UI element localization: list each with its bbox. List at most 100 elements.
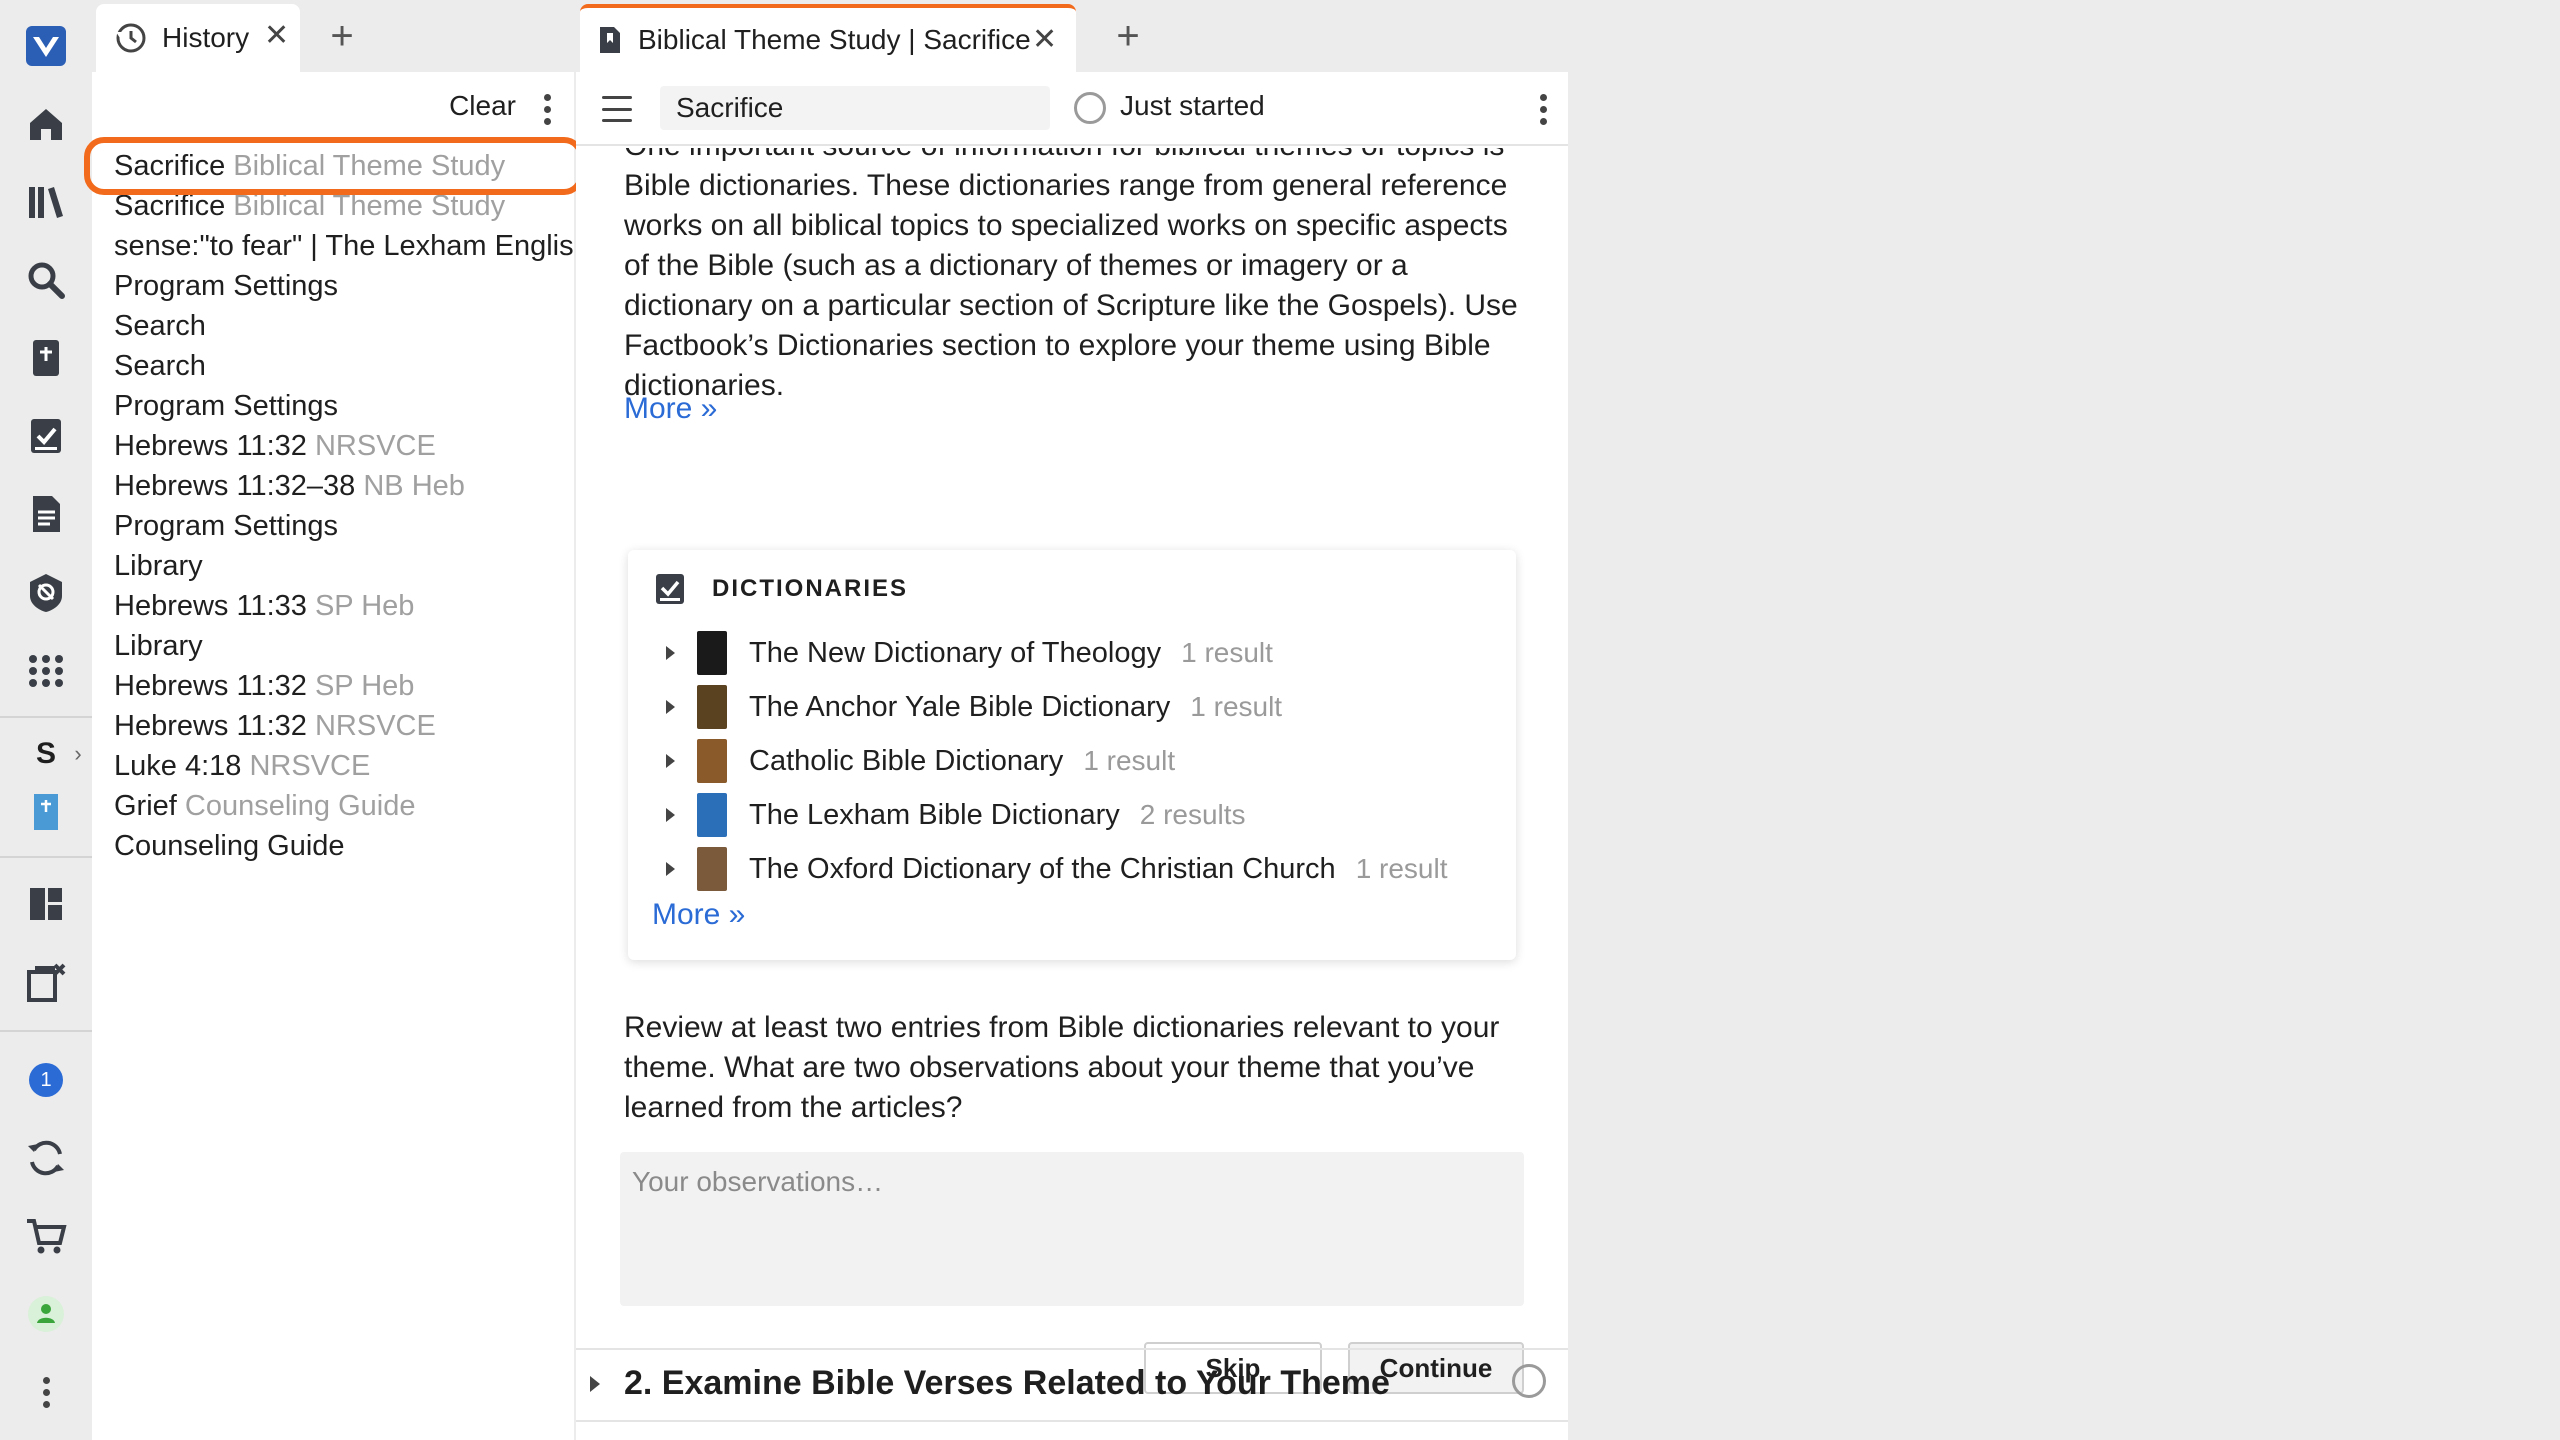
- history-item[interactable]: Hebrews 11:32–38 NB Heb: [114, 466, 574, 506]
- section-divider: [576, 1348, 1568, 1350]
- new-tab-button[interactable]: +: [320, 14, 364, 58]
- history-item-title: Search: [114, 350, 206, 382]
- study-toolbar: Sacrifice Just started: [576, 72, 1568, 146]
- history-item[interactable]: Counseling Guide: [114, 826, 574, 866]
- history-item[interactable]: Hebrews 11:32 SP Heb: [114, 666, 574, 706]
- expand-caret-icon[interactable]: [666, 862, 675, 876]
- checklist-icon[interactable]: [20, 410, 72, 462]
- dictionary-result-count: 1 result: [1355, 853, 1448, 884]
- observations-input[interactable]: Your observations…: [620, 1152, 1524, 1306]
- history-item-title: Grief: [114, 790, 177, 822]
- history-item[interactable]: Hebrews 11:32 NRSVCE: [114, 426, 574, 466]
- apps-grid-icon[interactable]: [20, 644, 72, 696]
- history-menu-icon[interactable]: [542, 94, 552, 125]
- library-icon[interactable]: [20, 176, 72, 228]
- search-icon[interactable]: [20, 254, 72, 306]
- dictionaries-heading: DICTIONARIES: [712, 575, 909, 602]
- history-item-title: Counseling Guide: [114, 830, 345, 862]
- dictionary-name[interactable]: The Anchor Yale Bible Dictionary: [749, 691, 1170, 724]
- tab-history[interactable]: History ✕: [96, 4, 300, 72]
- intro-paragraph: Bible dictionaries. These dictionaries r…: [624, 169, 1518, 402]
- intro-more-link[interactable]: More »: [624, 392, 717, 426]
- chevron-right-icon[interactable]: ›: [66, 728, 90, 780]
- history-item[interactable]: Program Settings: [114, 266, 574, 306]
- history-item[interactable]: Search: [114, 306, 574, 346]
- history-item[interactable]: Hebrews 11:32 NRSVCE: [114, 706, 574, 746]
- history-item[interactable]: Program Settings: [114, 506, 574, 546]
- history-item-title: Program Settings: [114, 390, 339, 422]
- close-tab-icon[interactable]: ✕: [264, 18, 289, 53]
- dictionary-row[interactable]: The Lexham Bible Dictionary 2 results: [666, 790, 1246, 840]
- checklist-icon: [654, 572, 686, 606]
- history-item[interactable]: sense:"to fear" | The Lexham English: [114, 226, 574, 266]
- document-icon[interactable]: [20, 488, 72, 540]
- history-item[interactable]: Luke 4:18 NRSVCE: [114, 746, 574, 786]
- dictionary-name[interactable]: Catholic Bible Dictionary: [749, 745, 1063, 778]
- section-2-status-radio[interactable]: [1512, 1364, 1546, 1398]
- expand-caret-icon[interactable]: [666, 808, 675, 822]
- shortcut-s-icon[interactable]: S: [28, 728, 64, 780]
- logos-logo-icon[interactable]: [20, 20, 72, 72]
- history-panel: History ✕ + Clear Sacrifice Biblical The…: [92, 0, 574, 1440]
- history-item[interactable]: Library: [114, 626, 574, 666]
- dictionary-row[interactable]: The Anchor Yale Bible Dictionary 1 result: [666, 682, 1282, 732]
- section-2-row[interactable]: 2. Examine Bible Verses Related to Your …: [576, 1354, 1568, 1430]
- study-menu-icon[interactable]: [1538, 94, 1548, 125]
- dictionary-row[interactable]: Catholic Bible Dictionary 1 result: [666, 736, 1175, 786]
- history-item[interactable]: Program Settings: [114, 386, 574, 426]
- history-item[interactable]: Library: [114, 546, 574, 586]
- notifications-badge[interactable]: 1: [20, 1054, 72, 1106]
- more-kebab-icon[interactable]: [20, 1366, 72, 1418]
- study-tabbar: Biblical Theme Study | Sacrifice ✕ +: [576, 0, 1568, 72]
- history-item-title: Program Settings: [114, 510, 339, 542]
- expand-caret-icon[interactable]: [666, 646, 675, 660]
- history-item-title: sense:"to fear" | The Lexham English: [114, 230, 574, 262]
- history-item-source: Counseling Guide: [184, 790, 416, 822]
- progress-status-radio[interactable]: [1074, 92, 1106, 124]
- history-item[interactable]: Search: [114, 346, 574, 386]
- history-item-title: Search: [114, 310, 206, 342]
- dictionary-name[interactable]: The Lexham Bible Dictionary: [749, 799, 1120, 832]
- tab-biblical-theme-study[interactable]: Biblical Theme Study | Sacrifice ✕: [580, 4, 1076, 72]
- close-panels-icon[interactable]: [20, 956, 72, 1008]
- tab-history-label: History: [162, 22, 250, 53]
- book-cover-icon[interactable]: [20, 786, 72, 838]
- dictionary-name[interactable]: The Oxford Dictionary of the Christian C…: [749, 853, 1336, 886]
- cart-icon[interactable]: [20, 1210, 72, 1262]
- dictionary-result-count: 1 result: [1083, 745, 1176, 776]
- dictionaries-more-link[interactable]: More »: [652, 898, 745, 932]
- history-list: Sacrifice Biblical Theme Study Sacrifice …: [114, 146, 574, 866]
- history-item-source: NB Heb: [363, 470, 465, 502]
- intro-cut-line: One important source of information for …: [624, 148, 1524, 166]
- app-rail: S › 1: [0, 0, 92, 1440]
- dictionary-row[interactable]: The New Dictionary of Theology 1 result: [666, 628, 1273, 678]
- history-item-title: Hebrews 11:33: [114, 590, 307, 622]
- history-item-title: Luke 4:18: [114, 750, 242, 782]
- new-tab-button[interactable]: +: [1106, 14, 1150, 58]
- dictionary-result-count: 1 result: [1190, 691, 1283, 722]
- study-title-field[interactable]: Sacrifice: [660, 86, 1050, 130]
- dictionary-result-count: 2 results: [1139, 799, 1246, 830]
- expand-caret-icon[interactable]: [666, 700, 675, 714]
- close-tab-icon[interactable]: ✕: [1032, 22, 1057, 57]
- history-tabbar: History ✕ +: [92, 0, 574, 72]
- menu-hamburger-icon[interactable]: [602, 96, 632, 122]
- study-body: One important source of information for …: [576, 148, 1568, 1440]
- dictionary-name[interactable]: The New Dictionary of Theology: [749, 637, 1161, 670]
- selected-history-highlight: [84, 137, 584, 195]
- book-cover-icon: [697, 631, 727, 675]
- layouts-icon[interactable]: [20, 878, 72, 930]
- expand-caret-icon[interactable]: [590, 1376, 600, 1392]
- history-item[interactable]: Hebrews 11:33 SP Heb: [114, 586, 574, 626]
- history-item-source: NRSVCE: [314, 710, 436, 742]
- account-avatar-icon[interactable]: [20, 1288, 72, 1340]
- clear-history-button[interactable]: Clear: [449, 90, 516, 122]
- history-item[interactable]: Grief Counseling Guide: [114, 786, 574, 826]
- history-item-title: Hebrews 11:32–38: [114, 470, 356, 502]
- factbook-icon[interactable]: [20, 566, 72, 618]
- dictionary-row[interactable]: The Oxford Dictionary of the Christian C…: [666, 844, 1448, 894]
- sync-icon[interactable]: [20, 1132, 72, 1184]
- expand-caret-icon[interactable]: [666, 754, 675, 768]
- home-icon[interactable]: [20, 98, 72, 150]
- bible-icon[interactable]: [20, 332, 72, 384]
